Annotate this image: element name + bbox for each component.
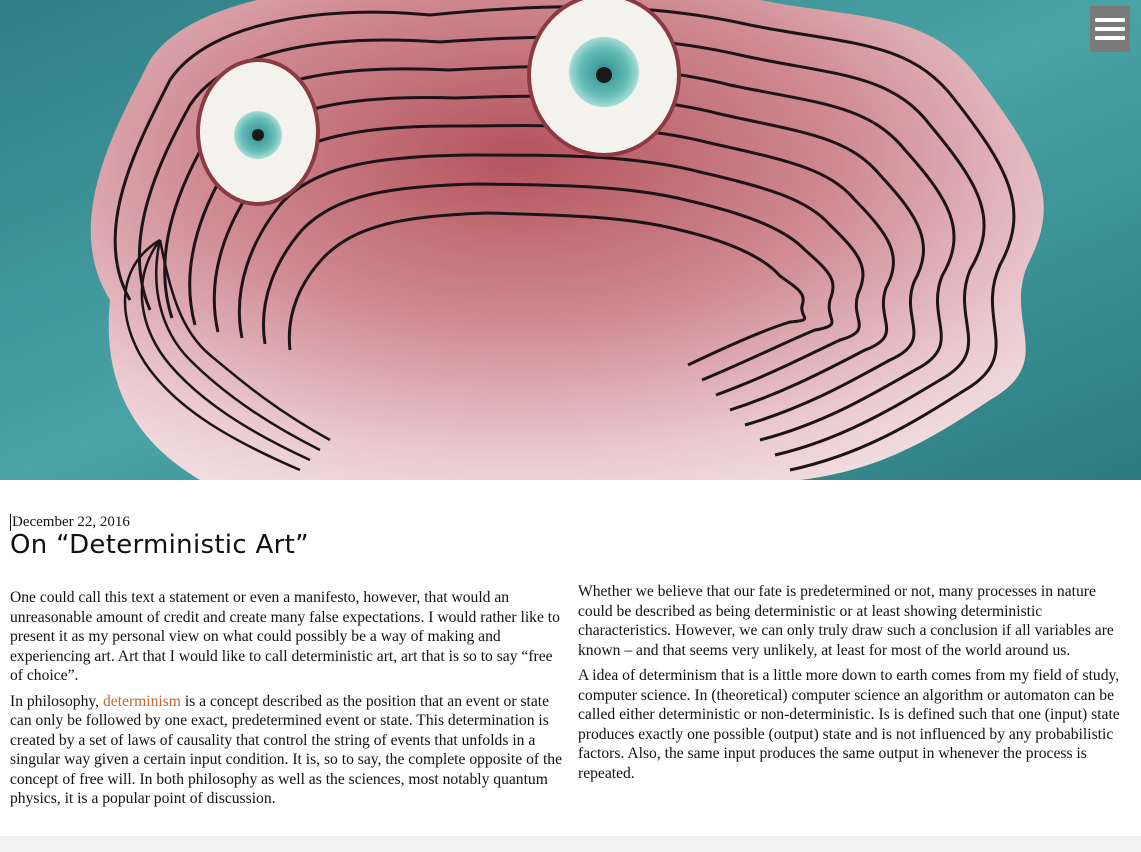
paragraph: A idea of determinism that is a little m…	[578, 667, 1120, 782]
paragraph: Whether we believe that our fate is pred…	[578, 583, 1114, 659]
paragraph: In philosophy, determinism is a concept …	[10, 692, 563, 808]
left-column: One could call this text a statement or …	[10, 588, 563, 815]
post-article: December 22, 2016 On “Deterministic Art”…	[0, 480, 1141, 836]
determinism-link[interactable]: determinism	[103, 693, 181, 710]
left-eye	[196, 58, 320, 206]
right-column: Whether we believe that our fate is pred…	[578, 582, 1131, 789]
post-date: December 22, 2016	[10, 514, 130, 531]
hero-painting	[0, 0, 1141, 480]
hero-image	[0, 0, 1141, 480]
footer-band	[0, 836, 1141, 852]
paragraph: One could call this text a statement or …	[10, 589, 560, 684]
menu-button[interactable]	[1090, 6, 1130, 52]
post-title: On “Deterministic Art”	[10, 530, 309, 560]
right-eye	[527, 0, 681, 157]
hamburger-menu-icon	[1095, 18, 1125, 22]
